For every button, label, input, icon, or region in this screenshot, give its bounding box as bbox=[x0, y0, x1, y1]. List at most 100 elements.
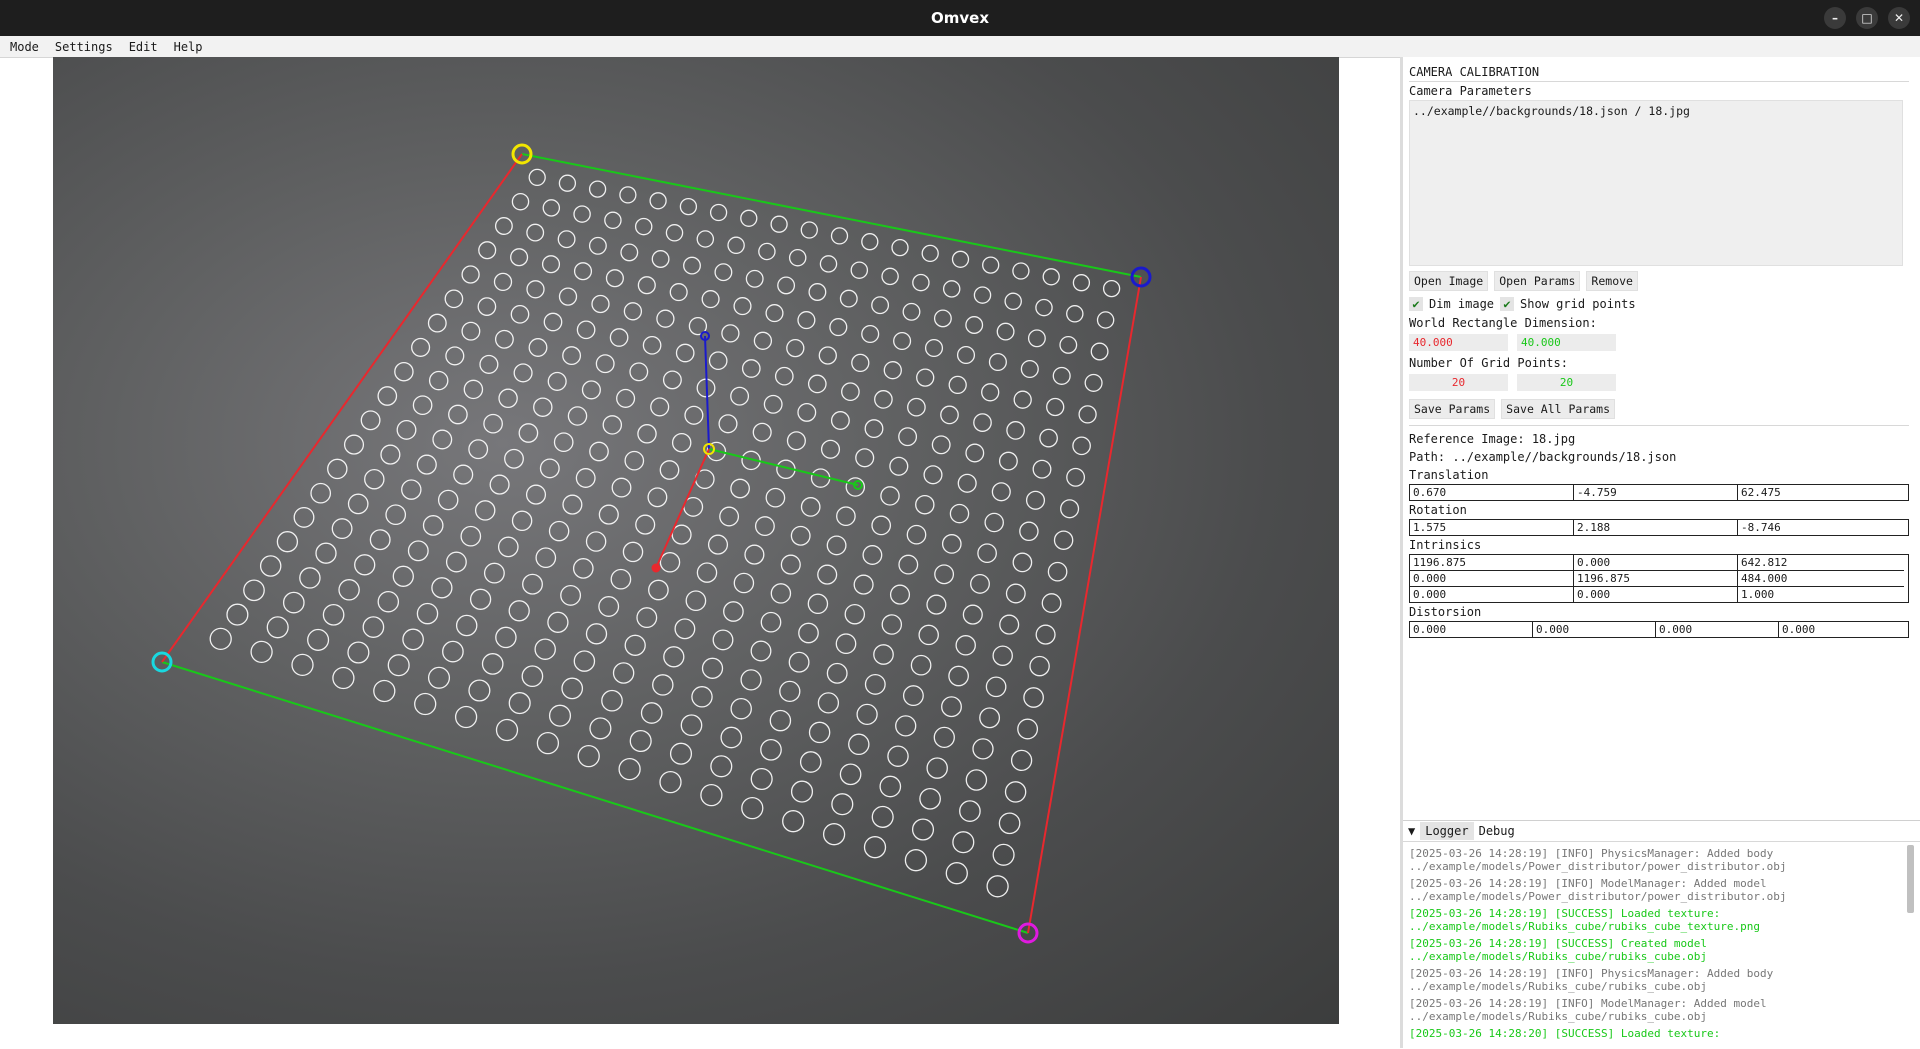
grid-point bbox=[788, 651, 810, 673]
show-grid-checkbox[interactable]: ✔ bbox=[1500, 297, 1515, 311]
grid-point bbox=[427, 666, 451, 689]
grid-point bbox=[856, 703, 878, 726]
tab-debug[interactable]: Debug bbox=[1474, 822, 1520, 840]
camera-params-list[interactable]: ../example//backgrounds/18.json / 18.jpg bbox=[1409, 100, 1903, 266]
grid-point bbox=[758, 242, 776, 261]
log-line: [2025-03-26 14:28:19] [INFO] PhysicsMana… bbox=[1409, 847, 1787, 873]
grid-point bbox=[659, 552, 681, 573]
grid-point bbox=[855, 448, 875, 468]
grid-point bbox=[934, 564, 955, 585]
calibration-viewport[interactable] bbox=[53, 57, 1339, 1024]
camera-params-entry[interactable]: ../example//backgrounds/18.json / 18.jpg bbox=[1413, 104, 1899, 118]
menu-edit[interactable]: Edit bbox=[121, 40, 166, 54]
world-rect-height-input[interactable]: 40.000 bbox=[1517, 334, 1616, 351]
maximize-icon[interactable]: □ bbox=[1856, 7, 1878, 29]
grid-point bbox=[387, 654, 410, 677]
dim-image-checkbox[interactable]: ✔ bbox=[1409, 297, 1423, 311]
reference-image-text: Reference Image: 18.jpg bbox=[1409, 432, 1576, 446]
save-all-params-button[interactable]: Save All Params bbox=[1501, 399, 1616, 419]
translation-label: Translation bbox=[1409, 468, 1489, 482]
grid-point bbox=[951, 250, 970, 268]
grid-point bbox=[1060, 499, 1080, 519]
grid-point bbox=[740, 209, 758, 227]
grid-point bbox=[266, 616, 289, 639]
grid-point bbox=[883, 361, 902, 380]
grid-point bbox=[412, 395, 433, 416]
grid-point bbox=[611, 477, 632, 498]
grid-point bbox=[696, 230, 715, 248]
grid-point bbox=[299, 567, 321, 589]
world-rect-width-input[interactable]: 40.000 bbox=[1409, 334, 1508, 351]
log-scrollbar[interactable] bbox=[1907, 845, 1914, 913]
grid-point bbox=[460, 525, 482, 547]
grid-point bbox=[347, 641, 370, 664]
grid-points-label: Number Of Grid Points: bbox=[1409, 356, 1568, 370]
grid-point bbox=[992, 843, 1015, 866]
grid-point bbox=[844, 603, 866, 625]
grid-point bbox=[469, 588, 492, 610]
grid-point bbox=[979, 707, 1001, 729]
grid-point bbox=[745, 269, 764, 288]
grid-point bbox=[526, 280, 545, 299]
grid-point bbox=[996, 322, 1015, 341]
grid-point bbox=[624, 634, 646, 656]
close-icon[interactable]: ✕ bbox=[1888, 7, 1910, 29]
menu-mode[interactable]: Mode bbox=[0, 40, 47, 54]
grid-point bbox=[573, 262, 593, 281]
grid-point bbox=[513, 363, 533, 383]
grid-point bbox=[863, 836, 887, 859]
grid-point bbox=[483, 413, 503, 434]
grid-point bbox=[940, 405, 959, 425]
log-list: [2025-03-26 14:28:19] [INFO] PhysicsMana… bbox=[1403, 842, 1899, 1041]
grid-point bbox=[652, 674, 674, 696]
grid-point bbox=[495, 626, 517, 649]
grid-point bbox=[461, 265, 480, 284]
grid-point bbox=[1066, 467, 1086, 487]
menu-help[interactable]: Help bbox=[166, 40, 211, 54]
open-image-button[interactable]: Open Image bbox=[1409, 271, 1489, 291]
grid-point bbox=[332, 666, 355, 690]
grid-point bbox=[483, 562, 505, 584]
grid-points-x-input[interactable]: 20 bbox=[1409, 374, 1508, 391]
tab-logger[interactable]: Logger bbox=[1420, 822, 1474, 840]
grid-point bbox=[553, 432, 574, 453]
grid-point bbox=[1072, 274, 1091, 292]
grid-point bbox=[650, 397, 670, 417]
grid-point bbox=[733, 572, 755, 594]
grid-point bbox=[526, 223, 545, 242]
grid-point bbox=[891, 238, 909, 257]
grid-point bbox=[933, 726, 955, 749]
grid-point bbox=[786, 338, 805, 358]
grid-point bbox=[533, 397, 553, 417]
grid-point bbox=[427, 313, 447, 333]
grid-point bbox=[610, 568, 632, 590]
grid-point bbox=[948, 665, 969, 687]
grid-point bbox=[941, 534, 962, 554]
grid-point bbox=[700, 783, 723, 807]
grid-point bbox=[463, 379, 484, 400]
distortion-label: Distorsion bbox=[1409, 605, 1482, 619]
grid-point bbox=[498, 388, 518, 409]
grid-point bbox=[780, 554, 801, 575]
grid-point bbox=[861, 233, 879, 251]
menu-settings[interactable]: Settings bbox=[47, 40, 121, 54]
grid-point bbox=[952, 831, 975, 854]
save-params-button[interactable]: Save Params bbox=[1409, 399, 1496, 419]
grid-point bbox=[956, 345, 976, 365]
open-params-button[interactable]: Open Params bbox=[1494, 271, 1581, 291]
grid-point bbox=[354, 554, 376, 576]
grid-point bbox=[291, 653, 314, 677]
distortion-cell: 0.000 bbox=[1410, 622, 1533, 637]
grid-point bbox=[534, 638, 556, 660]
minimize-icon[interactable]: – bbox=[1824, 7, 1846, 29]
grid-point bbox=[1053, 530, 1074, 550]
grid-point bbox=[479, 354, 499, 374]
remove-button[interactable]: Remove bbox=[1586, 271, 1638, 291]
axis-x-handle bbox=[651, 563, 661, 573]
grid-point bbox=[945, 862, 968, 885]
grid-points-y-input[interactable]: 20 bbox=[1517, 374, 1616, 391]
grid-point bbox=[887, 745, 909, 767]
collapse-triangle-icon[interactable]: ▼ bbox=[1403, 822, 1420, 840]
grid-point bbox=[955, 635, 976, 656]
grid-point bbox=[740, 669, 762, 691]
